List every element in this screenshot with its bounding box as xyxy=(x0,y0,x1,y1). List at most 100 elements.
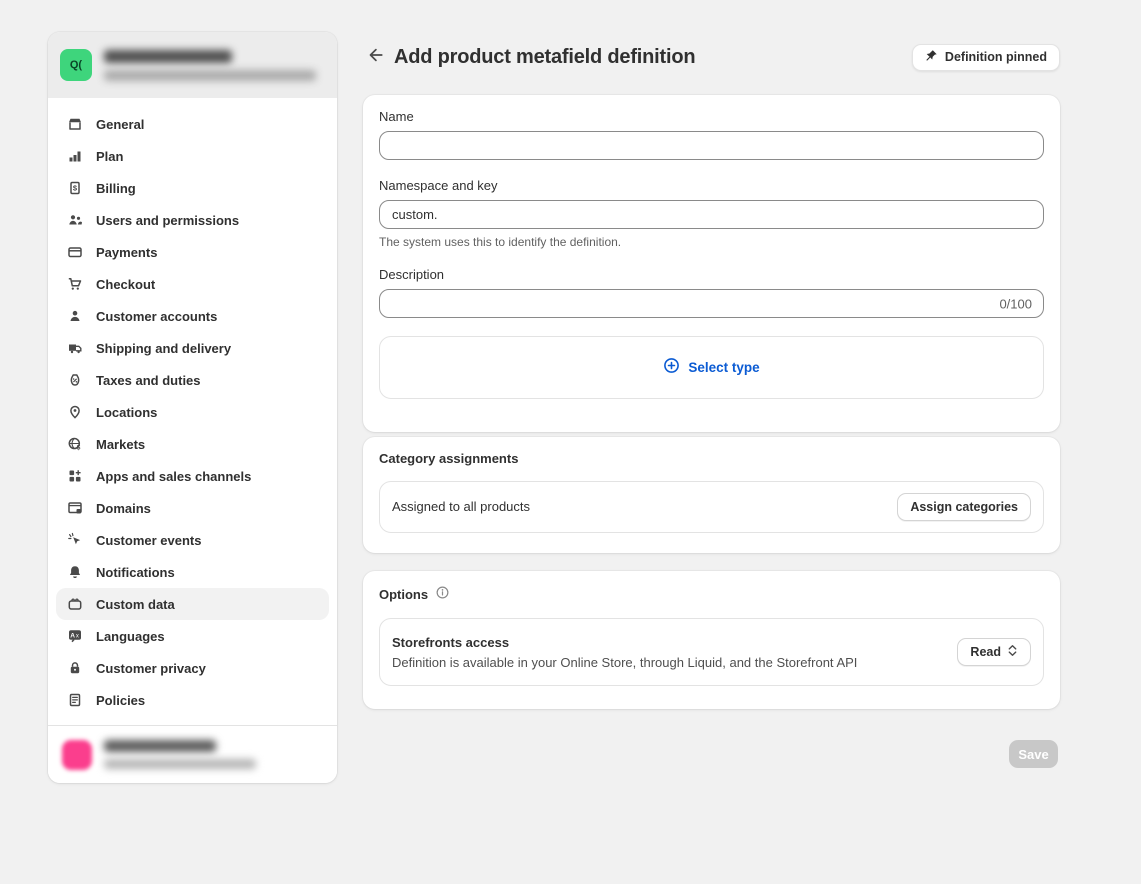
namespace-help-text: The system uses this to identify the def… xyxy=(379,235,1044,249)
user-account-footer[interactable] xyxy=(48,725,337,783)
settings-nav: General Plan $ Billing Users and permiss… xyxy=(48,98,337,716)
store-meta xyxy=(104,50,325,81)
settings-sidebar: Q( General Plan $ Billing User xyxy=(48,32,337,783)
options-card: Options Storefronts access Definition is… xyxy=(363,571,1060,709)
sidebar-item-label: Taxes and duties xyxy=(96,373,201,388)
sidebar-item-billing[interactable]: $ Billing xyxy=(56,172,329,204)
description-label: Description xyxy=(379,267,1044,282)
sidebar-item-shipping-and-delivery[interactable]: Shipping and delivery xyxy=(56,332,329,364)
page-header: Add product metafield definition Definit… xyxy=(363,42,1060,72)
select-type-button[interactable]: Select type xyxy=(379,336,1044,399)
redacted-store-name xyxy=(104,50,232,63)
name-label: Name xyxy=(379,109,1044,124)
storefronts-access-value: Read xyxy=(970,645,1001,659)
sidebar-item-payments[interactable]: Payments xyxy=(56,236,329,268)
storefronts-access-description: Definition is available in your Online S… xyxy=(392,655,957,670)
sidebar-item-label: Languages xyxy=(96,629,165,644)
name-input[interactable] xyxy=(379,131,1044,160)
custom-data-icon xyxy=(66,595,84,613)
plan-chart-icon xyxy=(66,147,84,165)
bell-icon xyxy=(66,563,84,581)
sidebar-item-customer-accounts[interactable]: Customer accounts xyxy=(56,300,329,332)
sidebar-item-label: Payments xyxy=(96,245,157,260)
options-title-text: Options xyxy=(379,587,428,602)
sidebar-item-label: Users and permissions xyxy=(96,213,239,228)
cart-icon xyxy=(66,275,84,293)
sidebar-item-label: General xyxy=(96,117,144,132)
sidebar-item-users-and-permissions[interactable]: Users and permissions xyxy=(56,204,329,236)
user-meta xyxy=(104,740,256,769)
sidebar-item-label: Policies xyxy=(96,693,145,708)
sidebar-item-label: Shipping and delivery xyxy=(96,341,231,356)
sidebar-item-policies[interactable]: Policies xyxy=(56,684,329,716)
sidebar-item-label: Customer events xyxy=(96,533,201,548)
sidebar-item-notifications[interactable]: Notifications xyxy=(56,556,329,588)
storefronts-access-title: Storefronts access xyxy=(392,635,957,650)
assign-categories-button[interactable]: Assign categories xyxy=(897,493,1031,521)
cursor-click-icon xyxy=(66,531,84,549)
users-icon xyxy=(66,211,84,229)
payments-card-icon xyxy=(66,243,84,261)
store-avatar: Q( xyxy=(60,49,92,81)
sidebar-item-label: Custom data xyxy=(96,597,175,612)
sidebar-item-label: Customer privacy xyxy=(96,661,206,676)
billing-receipt-icon: $ xyxy=(66,179,84,197)
storefronts-access-select[interactable]: Read xyxy=(957,638,1031,666)
sidebar-item-taxes-and-duties[interactable]: Taxes and duties xyxy=(56,364,329,396)
category-assignments-card: Category assignments Assigned to all pro… xyxy=(363,437,1060,553)
sidebar-item-languages[interactable]: Ax Languages xyxy=(56,620,329,652)
svg-text:x: x xyxy=(76,634,79,640)
sidebar-item-label: Domains xyxy=(96,501,151,516)
truck-icon xyxy=(66,339,84,357)
location-pin-icon xyxy=(66,403,84,421)
namespace-input[interactable] xyxy=(379,200,1044,229)
sidebar-item-custom-data[interactable]: Custom data xyxy=(56,588,329,620)
lock-icon xyxy=(66,659,84,677)
description-field: 0/100 xyxy=(379,289,1044,318)
back-arrow-icon xyxy=(366,46,384,69)
pin-icon xyxy=(925,49,938,65)
sidebar-item-customer-events[interactable]: Customer events xyxy=(56,524,329,556)
info-icon[interactable] xyxy=(435,585,450,603)
sidebar-item-checkout[interactable]: Checkout xyxy=(56,268,329,300)
sidebar-item-plan[interactable]: Plan xyxy=(56,140,329,172)
translate-icon: Ax xyxy=(66,627,84,645)
settings-page: Q( General Plan $ Billing User xyxy=(0,0,1141,884)
circle-plus-icon xyxy=(663,357,680,379)
sidebar-item-general[interactable]: General xyxy=(56,108,329,140)
description-input[interactable] xyxy=(379,289,1044,318)
save-button[interactable]: Save xyxy=(1009,740,1058,768)
chevron-updown-icon xyxy=(1007,644,1018,660)
globe-dollar-icon: $ xyxy=(66,435,84,453)
options-title: Options xyxy=(379,585,1044,603)
select-type-label: Select type xyxy=(688,360,759,375)
back-button[interactable] xyxy=(363,45,387,69)
apps-grid-icon xyxy=(66,467,84,485)
sidebar-item-apps-and-sales-channels[interactable]: Apps and sales channels xyxy=(56,460,329,492)
category-assignment-row: Assigned to all products Assign categori… xyxy=(379,481,1044,533)
user-avatar xyxy=(62,740,92,770)
store-icon xyxy=(66,115,84,133)
redacted-user-email xyxy=(104,759,256,769)
policies-doc-icon xyxy=(66,691,84,709)
sidebar-item-label: Plan xyxy=(96,149,123,164)
sidebar-item-domains[interactable]: Domains xyxy=(56,492,329,524)
tax-bag-icon xyxy=(66,371,84,389)
store-avatar-initials: Q( xyxy=(70,59,82,71)
redacted-store-domain xyxy=(104,70,316,81)
page-title: Add product metafield definition xyxy=(394,46,695,69)
storefronts-access-row: Storefronts access Definition is availab… xyxy=(379,618,1044,686)
category-assignments-title: Category assignments xyxy=(379,451,1044,466)
svg-text:A: A xyxy=(70,632,75,639)
svg-text:$: $ xyxy=(77,445,81,452)
sidebar-item-markets[interactable]: $ Markets xyxy=(56,428,329,460)
sidebar-item-label: Customer accounts xyxy=(96,309,217,324)
definition-pinned-button[interactable]: Definition pinned xyxy=(912,44,1060,71)
sidebar-item-label: Notifications xyxy=(96,565,175,580)
assign-categories-label: Assign categories xyxy=(910,500,1018,514)
sidebar-item-label: Markets xyxy=(96,437,145,452)
sidebar-item-label: Locations xyxy=(96,405,157,420)
sidebar-item-locations[interactable]: Locations xyxy=(56,396,329,428)
sidebar-item-customer-privacy[interactable]: Customer privacy xyxy=(56,652,329,684)
store-header: Q( xyxy=(48,32,337,98)
